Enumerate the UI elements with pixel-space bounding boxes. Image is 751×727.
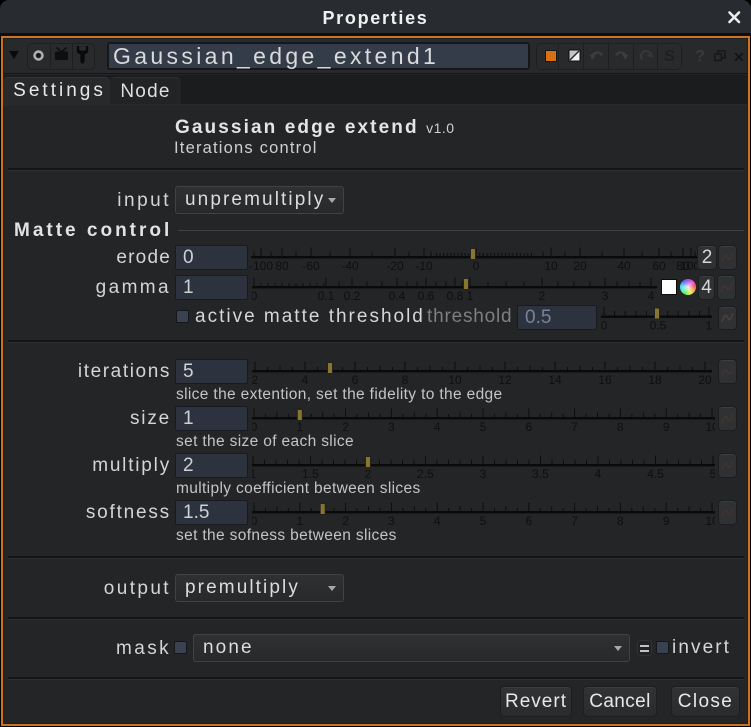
svg-text:5: 5 xyxy=(480,420,487,434)
svg-text:-60: -60 xyxy=(302,259,320,273)
svg-text:0.2: 0.2 xyxy=(344,289,361,303)
svg-text:1: 1 xyxy=(252,467,257,481)
svg-text:20: 20 xyxy=(573,259,587,273)
svg-text:60: 60 xyxy=(652,259,666,273)
svg-text:6: 6 xyxy=(525,514,532,528)
svg-text:1: 1 xyxy=(296,420,303,434)
svg-text:0.1: 0.1 xyxy=(318,289,335,303)
svg-text:18: 18 xyxy=(648,373,662,387)
svg-text:7: 7 xyxy=(571,420,578,434)
svg-text:9: 9 xyxy=(663,420,670,434)
svg-text:0: 0 xyxy=(252,514,258,528)
svg-text:2: 2 xyxy=(252,373,259,387)
svg-text:6: 6 xyxy=(525,420,532,434)
svg-text:10: 10 xyxy=(448,373,462,387)
svg-text:10: 10 xyxy=(705,420,715,434)
svg-text:0: 0 xyxy=(252,420,258,434)
svg-text:4: 4 xyxy=(595,467,602,481)
svg-text:8: 8 xyxy=(402,373,409,387)
svg-text:12: 12 xyxy=(498,373,512,387)
svg-text:16: 16 xyxy=(598,373,612,387)
svg-text:9: 9 xyxy=(663,514,670,528)
svg-text:6: 6 xyxy=(352,373,359,387)
svg-text:14: 14 xyxy=(548,373,562,387)
svg-text:0.4: 0.4 xyxy=(389,289,406,303)
svg-text:0: 0 xyxy=(252,289,258,303)
svg-text:4: 4 xyxy=(434,420,441,434)
svg-text:10: 10 xyxy=(705,514,715,528)
svg-text:4.5: 4.5 xyxy=(647,467,664,481)
svg-text:8: 8 xyxy=(617,514,624,528)
svg-text:-10: -10 xyxy=(415,259,433,273)
svg-text:2: 2 xyxy=(539,289,546,303)
svg-text:3: 3 xyxy=(602,289,609,303)
svg-text:5: 5 xyxy=(480,514,487,528)
svg-text:2: 2 xyxy=(342,420,349,434)
svg-text:80: 80 xyxy=(275,259,289,273)
svg-text:100: 100 xyxy=(680,259,697,273)
svg-text:3.5: 3.5 xyxy=(532,467,549,481)
svg-text:0: 0 xyxy=(601,319,608,333)
svg-text:4: 4 xyxy=(302,373,309,387)
svg-text:1: 1 xyxy=(706,319,712,333)
svg-text:40: 40 xyxy=(617,259,631,273)
svg-text:8: 8 xyxy=(617,420,624,434)
svg-text:5: 5 xyxy=(710,467,715,481)
svg-text:4: 4 xyxy=(648,289,655,303)
svg-text:-20: -20 xyxy=(386,259,404,273)
svg-text:2: 2 xyxy=(342,514,349,528)
svg-text:3: 3 xyxy=(388,420,395,434)
svg-text:2.5: 2.5 xyxy=(417,467,434,481)
svg-text:0.8: 0.8 xyxy=(447,289,464,303)
svg-text:3: 3 xyxy=(480,467,487,481)
svg-text:1.5: 1.5 xyxy=(302,467,319,481)
svg-text:10: 10 xyxy=(544,259,558,273)
svg-text:-100: -100 xyxy=(249,259,273,273)
svg-text:-40: -40 xyxy=(341,259,359,273)
svg-text:0.5: 0.5 xyxy=(650,319,667,333)
svg-text:4: 4 xyxy=(434,514,441,528)
svg-text:3: 3 xyxy=(388,514,395,528)
svg-text:1: 1 xyxy=(467,289,474,303)
svg-text:7: 7 xyxy=(571,514,578,528)
svg-text:20: 20 xyxy=(698,373,712,387)
svg-text:0.6: 0.6 xyxy=(418,289,435,303)
svg-text:2: 2 xyxy=(365,467,372,481)
svg-text:0: 0 xyxy=(473,259,480,273)
svg-text:1: 1 xyxy=(296,514,303,528)
